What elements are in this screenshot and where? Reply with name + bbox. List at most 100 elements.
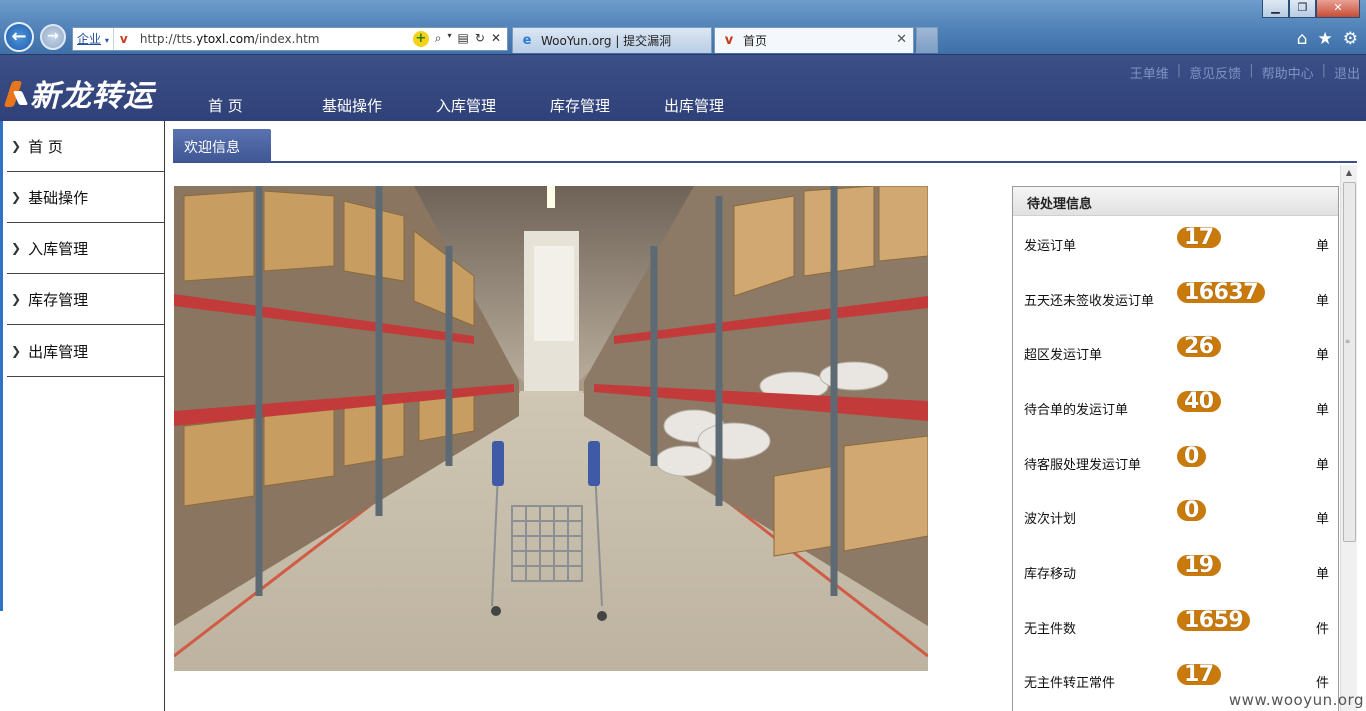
close-tab-icon[interactable]: ✕	[896, 32, 907, 47]
user-name-link[interactable]: 王单维	[1130, 63, 1169, 82]
new-tab-button[interactable]	[916, 27, 938, 53]
tab-home[interactable]: ⅴ 首页 ✕	[714, 27, 914, 53]
sidebar-item-inventory[interactable]: ❯ 库存管理	[7, 274, 164, 325]
sidebar-item-outbound[interactable]: ❯ 出库管理	[7, 326, 164, 377]
stop-icon[interactable]: ✕	[491, 31, 501, 47]
pending-info-panel: 待处理信息 发运订单 17 单 五天还未签收发运订单 16637 单 超区发运订…	[1012, 186, 1339, 711]
pending-row-unit: 单	[1315, 458, 1329, 473]
sidebar-item-label: 基础操作	[28, 188, 89, 207]
close-window-button[interactable]: ✕	[1316, 0, 1360, 18]
pending-row-unit: 单	[1315, 567, 1329, 582]
logo-text: 新龙转运	[30, 79, 154, 114]
pending-row: 波次计划 0 单	[1013, 500, 1339, 530]
site-favicon-icon: ⅴ	[724, 32, 734, 48]
forward-button[interactable]: →	[40, 24, 66, 50]
warehouse-image	[174, 186, 928, 671]
sidebar-item-inbound[interactable]: ❯ 入库管理	[7, 223, 164, 274]
pending-row-label: 无主件转正常件	[1024, 676, 1116, 691]
pending-row-label: 无主件数	[1024, 622, 1077, 637]
nav-outbound-management[interactable]: 出库管理	[646, 95, 760, 116]
sidebar-item-label: 出库管理	[28, 342, 89, 361]
pending-count-badge[interactable]: 0	[1177, 446, 1206, 468]
pending-row-unit: 单	[1315, 239, 1329, 254]
main-nav: 首 页 基础操作 入库管理 库存管理 出库管理	[190, 95, 760, 116]
page-root: ▁ ❐ ✕ ← → 企业 ▾ ⅴ http://tts.ytoxl.com/in…	[0, 0, 1366, 711]
compatibility-view-icon[interactable]: +	[412, 31, 429, 47]
chevron-down-icon[interactable]: ▾	[448, 31, 452, 47]
sidebar-edge	[0, 121, 3, 611]
site-favicon-icon: ⅴ	[119, 32, 128, 46]
chevron-right-icon: ❯	[11, 139, 22, 153]
scrollbar-thumb[interactable]	[1343, 182, 1356, 542]
tab-wooyun[interactable]: e WooYun.org | 提交漏洞	[512, 27, 712, 53]
zone-dropdown[interactable]: 企业 ▾	[73, 28, 114, 50]
logo-mark-icon	[4, 77, 28, 109]
pending-row: 待客服处理发运订单 0 单	[1013, 446, 1339, 476]
search-icon[interactable]: ⌕	[435, 31, 442, 47]
top-links: 王单维 | 意见反馈 | 帮助中心 | 退出	[1130, 63, 1360, 82]
pending-count-badge[interactable]: 0	[1177, 500, 1206, 522]
pending-row-label: 发运订单	[1024, 239, 1077, 254]
scroll-up-icon[interactable]: ▲	[1341, 165, 1357, 181]
pending-row-unit: 单	[1315, 512, 1329, 527]
app-header: 新龙转运 王单维 | 意见反馈 | 帮助中心 | 退出 首 页 基础操作 入库管…	[0, 54, 1366, 121]
pending-count-badge[interactable]: 40	[1177, 391, 1221, 413]
nav-inbound-management[interactable]: 入库管理	[418, 95, 532, 116]
window-controls: ▁ ❐ ✕	[1262, 0, 1360, 18]
nav-inventory-management[interactable]: 库存管理	[532, 95, 646, 116]
chevron-right-icon: ❯	[11, 344, 22, 358]
pending-count-badge[interactable]: 1659	[1177, 610, 1251, 632]
pending-row: 超区发运订单 26 单	[1013, 336, 1339, 366]
pending-panel-title: 待处理信息	[1013, 187, 1338, 216]
address-url[interactable]: http://tts.ytoxl.com/index.htm	[140, 32, 413, 46]
back-button[interactable]: ←	[4, 22, 34, 52]
pending-count-badge[interactable]: 16637	[1177, 282, 1266, 304]
watermark: www.wooyun.org	[1228, 691, 1364, 709]
favorites-star-icon[interactable]: ★	[1318, 29, 1333, 49]
chevron-right-icon: ❯	[11, 190, 22, 204]
pending-row: 库存移动 19 单	[1013, 555, 1339, 585]
pending-row-label: 待客服处理发运订单	[1024, 458, 1142, 473]
tab-welcome-info[interactable]: 欢迎信息	[173, 129, 271, 162]
scroll-grip-icon: ≡	[1345, 338, 1351, 345]
sidebar-item-label: 库存管理	[28, 290, 89, 309]
pending-row-unit: 单	[1315, 294, 1329, 309]
tab-label: WooYun.org | 提交漏洞	[541, 34, 672, 48]
pending-count-badge[interactable]: 19	[1177, 555, 1221, 577]
pending-count-badge[interactable]: 26	[1177, 336, 1221, 358]
pending-row-label: 波次计划	[1024, 512, 1077, 527]
logo: 新龙转运	[4, 71, 154, 115]
sidebar-item-home[interactable]: ❯ 首 页	[7, 121, 164, 172]
minimize-button[interactable]: ▁	[1262, 0, 1289, 18]
zone-label: 企业	[77, 32, 102, 46]
compat-page-icon[interactable]: ▤	[458, 31, 469, 47]
address-bar[interactable]: 企业 ▾ ⅴ http://tts.ytoxl.com/index.htm + …	[72, 27, 508, 51]
pending-count-badge[interactable]: 17	[1177, 227, 1221, 249]
back-arrow-icon: ←	[11, 26, 27, 47]
link-separator: |	[1249, 63, 1254, 78]
help-center-link[interactable]: 帮助中心	[1262, 63, 1314, 82]
link-separator: |	[1321, 63, 1326, 78]
sidebar-item-basic-operations[interactable]: ❯ 基础操作	[7, 172, 164, 223]
pending-row-unit: 单	[1315, 403, 1329, 418]
pending-row: 无主件转正常件 17 件	[1013, 664, 1339, 694]
link-separator: |	[1176, 63, 1182, 78]
chevron-right-icon: ❯	[11, 292, 22, 306]
pending-row: 发运订单 17 单	[1013, 227, 1339, 257]
pending-row-label: 五天还未签收发运订单	[1024, 294, 1155, 309]
browser-chrome: ▁ ❐ ✕ ← → 企业 ▾ ⅴ http://tts.ytoxl.com/in…	[0, 0, 1366, 54]
pending-count-badge[interactable]: 17	[1177, 664, 1221, 686]
nav-home[interactable]: 首 页	[190, 95, 304, 116]
vertical-scrollbar[interactable]: ▲ ≡	[1340, 165, 1357, 711]
logout-link[interactable]: 退出	[1334, 63, 1360, 82]
pending-row-unit: 件	[1315, 622, 1329, 637]
feedback-link[interactable]: 意见反馈	[1189, 63, 1241, 82]
ie-logo-icon: e	[522, 32, 532, 48]
maximize-button[interactable]: ❐	[1289, 0, 1316, 18]
gear-icon[interactable]: ⚙	[1343, 29, 1358, 49]
home-icon[interactable]: ⌂	[1297, 29, 1308, 49]
pending-row-label: 库存移动	[1024, 567, 1077, 582]
tab-label: 首页	[743, 34, 768, 48]
nav-basic-operations[interactable]: 基础操作	[304, 95, 418, 116]
refresh-icon[interactable]: ↻	[475, 31, 485, 47]
